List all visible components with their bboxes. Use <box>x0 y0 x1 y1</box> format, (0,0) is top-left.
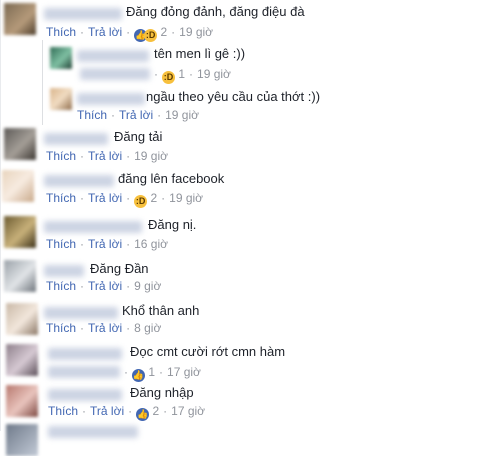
like-link[interactable]: Thích <box>48 404 78 418</box>
comment-actions: Thích · Trả lời · 👍:D 2 · 19 giờ <box>46 25 214 42</box>
comment-text: tên men lì gê :)) <box>154 46 246 61</box>
like-icon: 👍 <box>136 408 150 421</box>
comment-actions: · 👍 1 · 17 giờ <box>48 364 201 382</box>
like-link[interactable]: Thích <box>46 191 76 205</box>
timestamp[interactable]: 19 giờ <box>197 67 231 81</box>
author-name-blurred[interactable] <box>44 265 84 277</box>
reply-link[interactable]: Trả lời <box>88 237 122 251</box>
author-name-blurred[interactable] <box>77 50 149 62</box>
timestamp[interactable]: 16 giờ <box>134 237 168 251</box>
reply-link[interactable]: Trả lời <box>88 25 122 39</box>
avatar[interactable] <box>6 385 38 417</box>
author-name-blurred[interactable] <box>48 389 122 401</box>
author-name-blurred[interactable] <box>44 175 114 187</box>
timestamp[interactable]: 8 giờ <box>134 321 161 335</box>
reply-thread-line <box>42 40 43 125</box>
timestamp[interactable]: 19 giờ <box>134 149 168 163</box>
author-name-blurred[interactable] <box>48 426 138 438</box>
reply-link[interactable]: Trả lời <box>90 404 124 418</box>
haha-icon: :D <box>162 71 175 84</box>
author-name-blurred[interactable] <box>44 307 118 319</box>
author-name-blurred[interactable] <box>44 133 108 145</box>
reaction-count[interactable]: 1 <box>178 67 185 81</box>
left-edge-divider <box>0 0 1 431</box>
comment-text: ngầu theo yêu cầu của thớt :)) <box>146 89 321 104</box>
like-link[interactable]: Thích <box>46 321 76 335</box>
avatar[interactable] <box>4 3 36 35</box>
reply-link[interactable]: Trả lời <box>88 321 122 335</box>
avatar[interactable] <box>4 216 36 248</box>
comment-actions: Thích · Trả lời · 19 giờ <box>77 108 199 122</box>
author-name-blurred[interactable] <box>77 93 145 105</box>
timestamp[interactable]: 17 giờ <box>167 365 201 379</box>
timestamp[interactable]: 17 giờ <box>171 404 205 418</box>
comment-actions: Thích · Trả lời · 8 giờ <box>46 321 162 335</box>
comment-text: Đăng Đần <box>90 261 149 276</box>
avatar[interactable] <box>6 303 38 335</box>
like-link[interactable]: Thích <box>46 149 76 163</box>
author-name-blurred[interactable] <box>48 348 122 360</box>
comment-actions: Thích · Trả lời · 9 giờ <box>46 279 162 293</box>
haha-icon: :D <box>134 195 148 208</box>
haha-icon: :D <box>144 29 158 42</box>
avatar[interactable] <box>50 88 72 110</box>
comment-actions: Thích · Trả lời · 16 giờ <box>46 237 168 251</box>
reply-link[interactable]: Trả lời <box>88 191 122 205</box>
comment-text: Đăng đỏng đảnh, đăng điệu đà <box>126 4 305 19</box>
comment-actions: Thích · Trả lời ·:D 2 · 19 giờ <box>46 191 204 208</box>
like-link[interactable]: Thích <box>46 237 76 251</box>
comment-text: đăng lên facebook <box>118 171 225 186</box>
comment-text: Đọc cmt cười rớt cmn hàm <box>130 344 286 359</box>
reaction-count[interactable]: 2 <box>152 404 159 418</box>
reply-link[interactable]: Trả lời <box>119 108 153 122</box>
like-link[interactable]: Thích <box>46 25 76 39</box>
author-name-blurred[interactable] <box>44 221 142 233</box>
comment-text: Đăng tải <box>114 129 163 144</box>
reaction-count[interactable]: 2 <box>160 25 167 39</box>
avatar[interactable] <box>50 47 72 69</box>
like-link[interactable]: Thích <box>46 279 76 293</box>
timestamp[interactable]: 19 giờ <box>165 108 199 122</box>
reaction-count[interactable]: 1 <box>148 365 155 379</box>
comment-actions: Thích · Trả lời · 👍 2 · 17 giờ <box>48 404 206 421</box>
avatar[interactable] <box>6 344 38 376</box>
comment-text: Đăng nhập <box>130 385 194 400</box>
comment-text: Đăng nị. <box>148 217 197 232</box>
reply-link[interactable]: Trả lời <box>88 279 122 293</box>
reply-link[interactable]: Trả lời <box>88 149 122 163</box>
reaction-count[interactable]: 2 <box>150 191 157 205</box>
comment-actions: Thích · Trả lời · 19 giờ <box>46 149 168 163</box>
comment-text: Khổ thân anh <box>122 303 200 318</box>
avatar[interactable] <box>4 128 36 160</box>
timestamp[interactable]: 19 giờ <box>169 191 203 205</box>
like-icon: 👍 <box>132 369 145 382</box>
author-name-blurred[interactable] <box>44 8 122 20</box>
avatar[interactable] <box>6 424 38 456</box>
timestamp[interactable]: 19 giờ <box>179 25 213 39</box>
avatar[interactable] <box>4 260 36 292</box>
like-link[interactable]: Thích <box>77 108 107 122</box>
comment-actions: ·:D 1 · 19 giờ <box>80 66 231 84</box>
avatar[interactable] <box>2 170 34 202</box>
timestamp[interactable]: 9 giờ <box>134 279 161 293</box>
